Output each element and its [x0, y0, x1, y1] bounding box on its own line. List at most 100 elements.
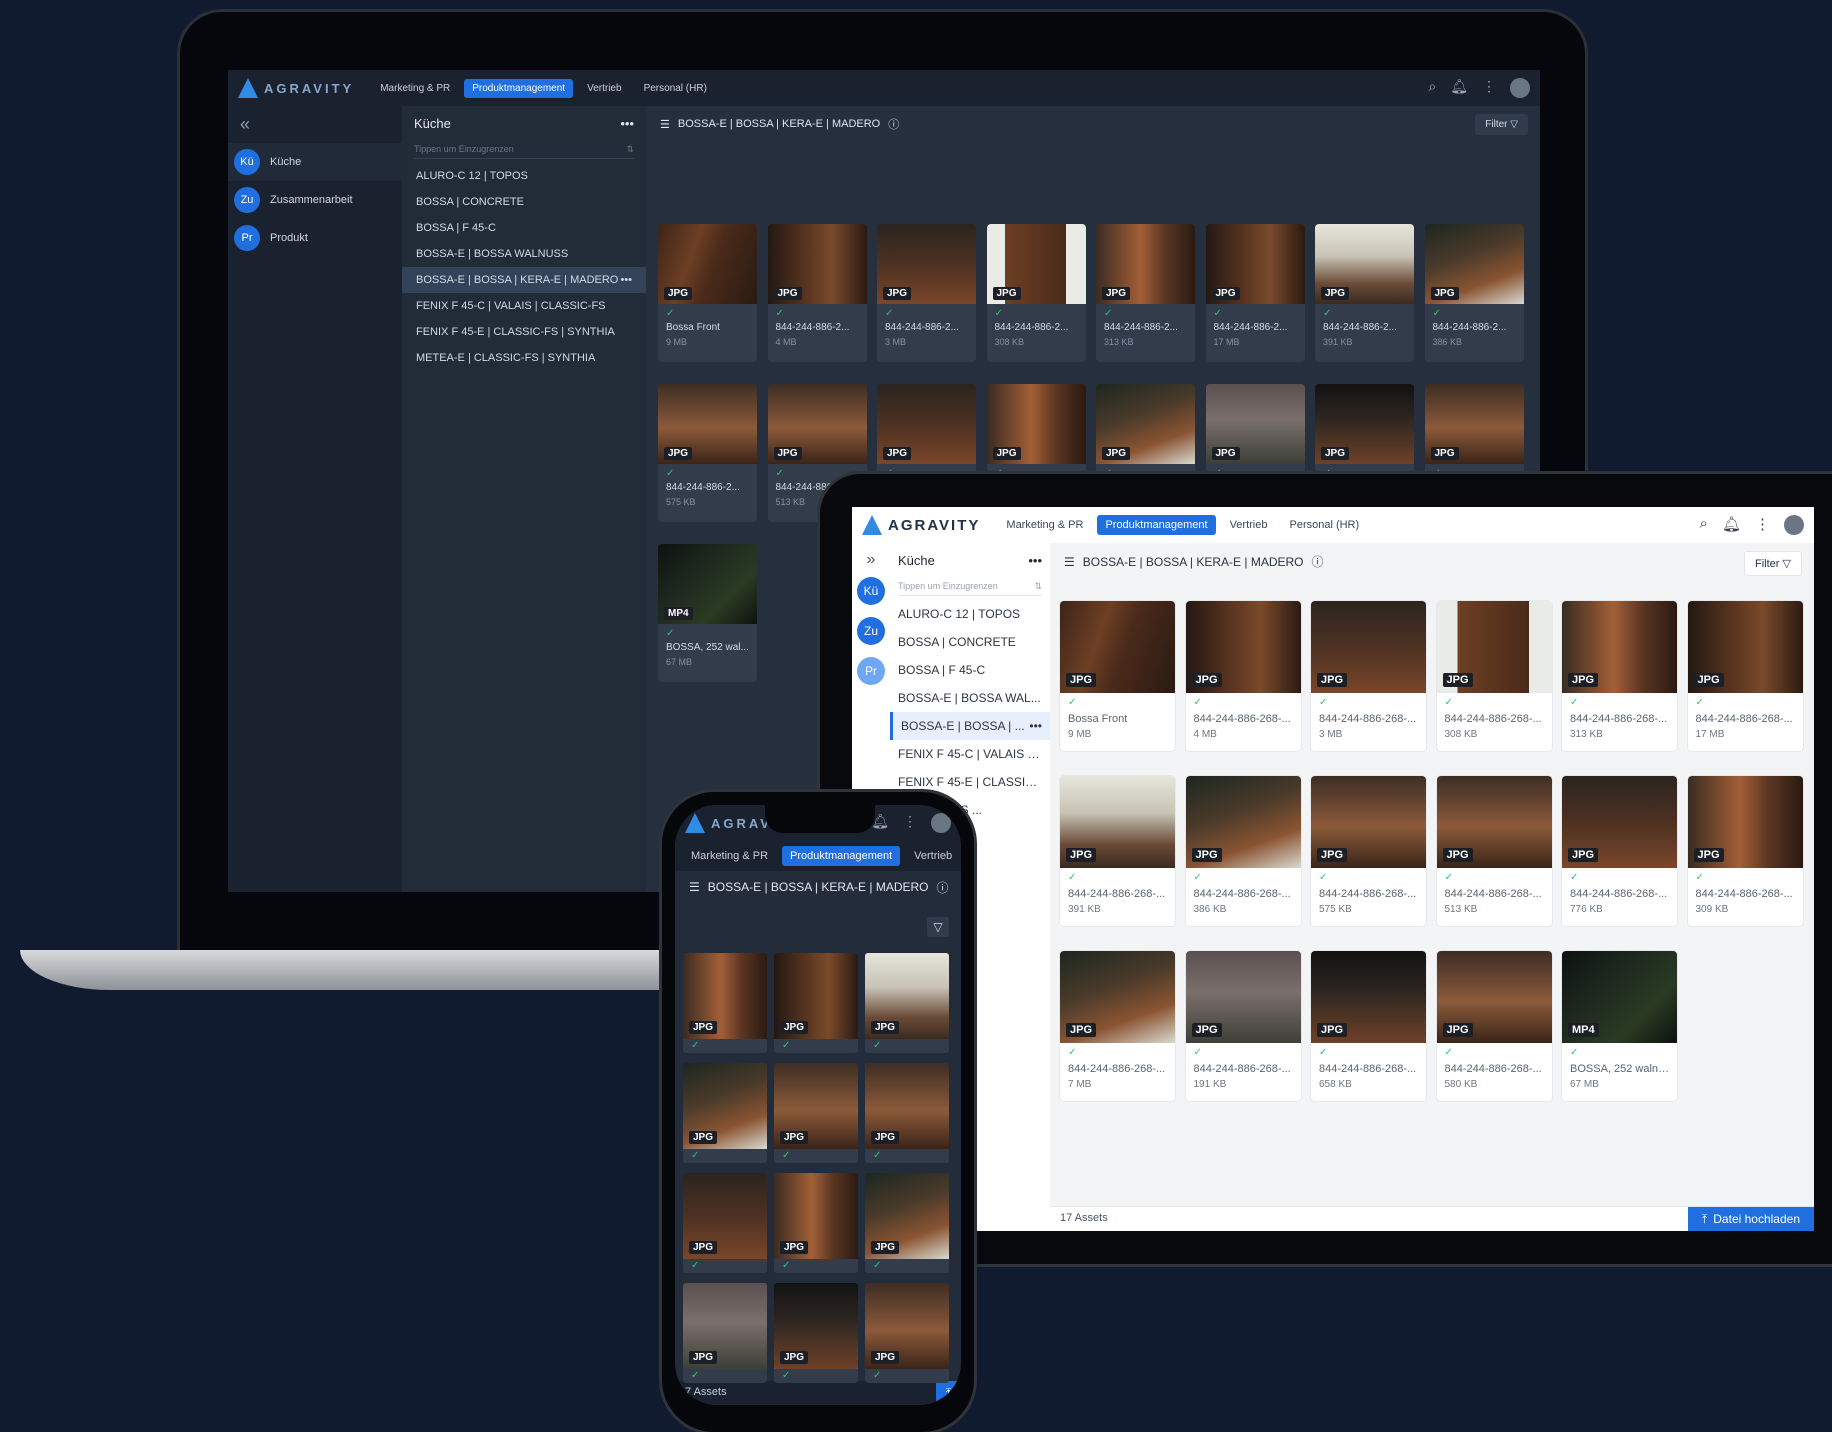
folder-item[interactable]: BOSSA | F 45-C	[402, 215, 646, 241]
search-icon[interactable]: ⌕	[1428, 78, 1436, 98]
sidebar-item-zusammenarbeit[interactable]: Zu	[857, 617, 885, 645]
asset-card[interactable]: JPG ✓ 844-244-886-268-... 4 MB	[1185, 601, 1301, 751]
folder-item[interactable]: BOSSA | F 45-C	[890, 656, 1050, 684]
asset-card[interactable]: JPG ✓	[865, 953, 949, 1053]
asset-card[interactable]: JPG ✓ 844-244-886-2... 386 KB	[1424, 224, 1524, 362]
folder-filter-input[interactable]: Tippen um Einzugrenzen ⇅	[898, 578, 1042, 596]
sidebar-item-zusammenarbeit[interactable]: Zu Zusammenarbeit	[228, 181, 402, 219]
asset-card[interactable]: JPG ✓ 844-244-886-268-... 3 MB	[1311, 601, 1426, 751]
double-chevron-left-icon[interactable]: «	[228, 106, 402, 143]
asset-card[interactable]: JPG ✓ 844-244-886-268-... 391 KB	[1060, 776, 1175, 926]
tab-marketing[interactable]: Marketing & PR	[683, 846, 776, 866]
tab-produktmanagement[interactable]: Produktmanagement	[782, 846, 901, 866]
sort-icon[interactable]: ⇅	[1034, 581, 1042, 592]
asset-card[interactable]: JPG ✓ 844-244-886-268-... 575 KB	[1311, 776, 1426, 926]
tab-marketing[interactable]: Marketing & PR	[998, 515, 1091, 535]
asset-card[interactable]: JPG ✓	[683, 1063, 767, 1163]
bell-icon[interactable]: 🔔︎	[1722, 515, 1741, 535]
logo[interactable]: AGRAVITY	[228, 78, 354, 98]
more-vertical-icon[interactable]: ⋮	[1755, 515, 1770, 535]
tab-personal[interactable]: Personal (HR)	[636, 79, 715, 98]
folder-item[interactable]: BOSSA | CONCRETE	[890, 628, 1050, 656]
upload-button[interactable]: ⤒ Datei hochladen	[1687, 1207, 1814, 1231]
asset-card[interactable]: JPG ✓ 844-244-886-2... 391 KB	[1315, 224, 1414, 362]
asset-card[interactable]: JPG ✓	[865, 1173, 949, 1273]
folder-item[interactable]: BOSSA | CONCRETE	[402, 189, 646, 215]
more-horizontal-icon[interactable]: •••	[1029, 719, 1042, 733]
tab-vertrieb[interactable]: Vertrieb	[579, 79, 629, 98]
asset-card[interactable]: JPG ✓	[683, 953, 767, 1053]
asset-card[interactable]: JPG ✓	[774, 1283, 858, 1383]
folder-item[interactable]: FENIX F 45-C | VALAIS | CLASSIC-FS	[402, 293, 646, 319]
tab-marketing[interactable]: Marketing & PR	[372, 79, 458, 98]
asset-card[interactable]: JPG ✓ 844-244-886-2... 3 MB	[877, 224, 976, 362]
asset-card[interactable]: JPG ✓ 844-244-886-268-... 191 KB	[1185, 951, 1301, 1101]
more-horizontal-icon[interactable]: •••	[620, 116, 634, 131]
sidebar-item-kueche[interactable]: Kü	[857, 577, 885, 605]
asset-card[interactable]: JPG ✓ 844-244-886-2... 313 KB	[1096, 224, 1195, 362]
filter-button[interactable]: Filter ▽	[1744, 551, 1802, 576]
bell-icon[interactable]: 🔔︎	[1450, 78, 1468, 98]
asset-card[interactable]: JPG ✓ Bossa Front 9 MB	[658, 224, 757, 362]
tab-produktmanagement[interactable]: Produktmanagement	[1097, 515, 1216, 535]
menu-icon[interactable]: ☰	[1064, 555, 1075, 569]
folder-item[interactable]: FENIX F 45-C | VALAIS | ...	[890, 740, 1050, 768]
double-chevron-right-icon[interactable]: »	[852, 543, 890, 569]
more-horizontal-icon[interactable]: •••	[620, 274, 632, 286]
asset-card[interactable]: MP4 ✓ BOSSA, 252 walnut... 67 MB	[1562, 951, 1677, 1101]
more-vertical-icon[interactable]: ⋮	[1482, 78, 1496, 98]
folder-item[interactable]: FENIX F 45-E | CLASSIC-FS | SYNTHIA	[402, 319, 646, 345]
sidebar-item-produkt[interactable]: Pr Produkt	[228, 219, 402, 257]
folder-item-selected[interactable]: BOSSA-E | BOSSA | KERA-E | MADERO •••	[402, 267, 646, 293]
sidebar-item-kueche[interactable]: Kü Küche	[228, 143, 402, 181]
more-vertical-icon[interactable]: ⋮	[903, 813, 917, 833]
avatar[interactable]	[1784, 515, 1804, 535]
sidebar-item-produkt[interactable]: Pr	[857, 657, 885, 685]
filter-icon[interactable]: ▽	[927, 917, 949, 937]
logo[interactable]: AGRAVITY	[852, 515, 980, 535]
folder-item[interactable]: ALURO-C 12 | TOPOS	[402, 163, 646, 189]
search-icon[interactable]: ⌕	[1700, 515, 1708, 535]
asset-card[interactable]: JPG ✓ 844-244-886-268-... 776 KB	[1562, 776, 1677, 926]
folder-item[interactable]: METEA-E | CLASSIC-FS | SYNTHIA	[402, 345, 646, 371]
asset-card[interactable]: JPG ✓ 844-244-886-2... 4 MB	[767, 224, 867, 362]
avatar[interactable]	[931, 813, 951, 833]
asset-card[interactable]: JPG ✓ 844-244-886-268-... 17 MB	[1687, 601, 1803, 751]
asset-card[interactable]: JPG ✓ 844-244-886-268-... 513 KB	[1436, 776, 1552, 926]
asset-card[interactable]: JPG ✓	[774, 953, 858, 1053]
folder-item-selected[interactable]: BOSSA-E | BOSSA | ... •••	[890, 712, 1050, 740]
sort-icon[interactable]: ⇅	[626, 144, 634, 155]
info-icon[interactable]: ⓘ	[888, 116, 899, 132]
filter-button[interactable]: Filter ▽	[1475, 114, 1528, 135]
tab-vertrieb[interactable]: Vertrieb	[906, 846, 960, 866]
asset-card[interactable]: JPG ✓ 844-244-886-268-... 308 KB	[1436, 601, 1552, 751]
asset-card[interactable]: MP4 ✓ BOSSA, 252 wal... 67 MB	[658, 544, 757, 682]
folder-item[interactable]: BOSSA-E | BOSSA WAL...	[890, 684, 1050, 712]
asset-card[interactable]: JPG ✓ 844-244-886-268-... 7 MB	[1060, 951, 1175, 1101]
info-icon[interactable]: ⓘ	[1312, 553, 1324, 570]
asset-card[interactable]: JPG ✓ 844-244-886-268-... 658 KB	[1311, 951, 1426, 1101]
asset-card[interactable]: JPG ✓ 844-244-886-2... 575 KB	[658, 384, 757, 522]
info-icon[interactable]: ⓘ	[937, 879, 949, 896]
asset-card[interactable]: JPG ✓	[774, 1173, 858, 1273]
more-horizontal-icon[interactable]: •••	[1028, 553, 1042, 568]
tab-produktmanagement[interactable]: Produktmanagement	[464, 78, 574, 98]
asset-card[interactable]: JPG ✓	[774, 1063, 858, 1163]
asset-card[interactable]: JPG ✓ 844-244-886-268-... 386 KB	[1185, 776, 1301, 926]
tab-personal[interactable]: Personal (HR)	[1281, 515, 1367, 535]
tab-vertrieb[interactable]: Vertrieb	[1222, 515, 1276, 535]
folder-item[interactable]: BOSSA-E | BOSSA WALNUSS	[402, 241, 646, 267]
asset-card[interactable]: JPG ✓	[683, 1173, 767, 1273]
asset-card[interactable]: JPG ✓	[865, 1063, 949, 1163]
menu-icon[interactable]: ☰	[660, 118, 670, 131]
asset-card[interactable]: JPG ✓	[865, 1283, 949, 1383]
asset-card[interactable]: JPG ✓ 844-244-886-268-... 313 KB	[1562, 601, 1677, 751]
asset-card[interactable]: JPG ✓	[683, 1283, 767, 1383]
folder-item[interactable]: ALURO-C 12 | TOPOS	[890, 600, 1050, 628]
asset-card[interactable]: JPG ✓ 844-244-886-2... 308 KB	[986, 224, 1086, 362]
avatar[interactable]	[1510, 78, 1530, 98]
asset-card[interactable]: JPG ✓ 844-244-886-268-... 580 KB	[1436, 951, 1552, 1101]
folder-filter-input[interactable]: Tippen um Einzugrenzen ⇅	[414, 141, 634, 159]
asset-card[interactable]: JPG ✓ Bossa Front 9 MB	[1060, 601, 1175, 751]
menu-icon[interactable]: ☰	[689, 880, 700, 894]
